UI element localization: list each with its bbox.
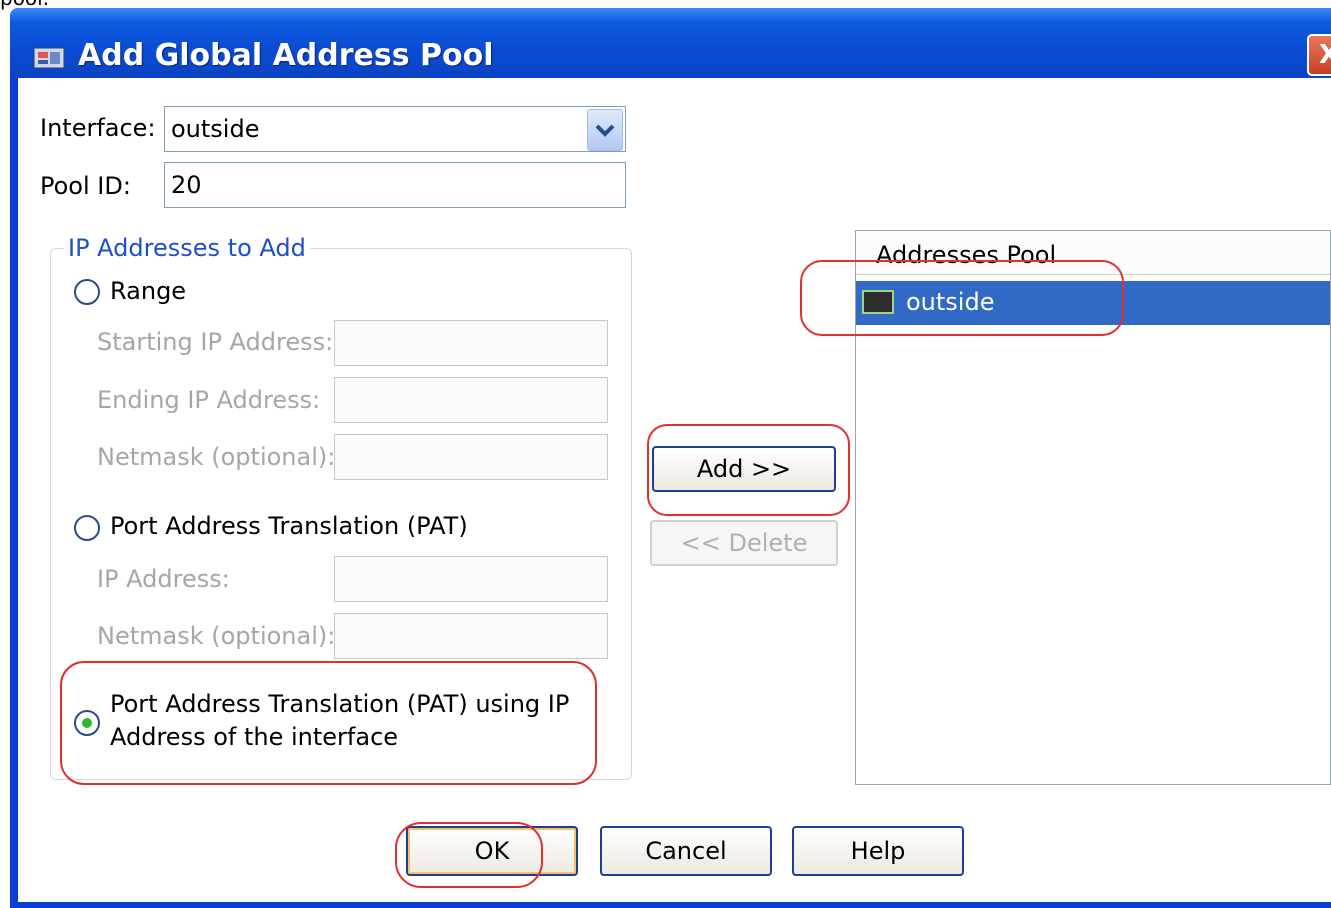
pool-id-input[interactable]: 20 [164,162,626,208]
pat-ip-input[interactable] [334,556,608,602]
annotation-circle-ok [395,822,543,888]
ending-ip-input[interactable] [334,377,608,423]
pool-id-value: 20 [171,171,202,199]
close-icon: X [1319,40,1331,70]
dropdown-arrow[interactable] [587,109,623,151]
interface-label: Interface: [40,114,156,142]
pool-id-label: Pool ID: [40,172,131,200]
title-bar[interactable]: Add Global Address Pool X [10,8,1331,78]
pat-netmask-label: Netmask (optional): [97,622,336,650]
ending-ip-label: Ending IP Address: [97,386,321,414]
interface-select-value: outside [171,115,260,143]
starting-ip-label: Starting IP Address: [97,328,334,356]
range-radio[interactable] [74,279,100,305]
range-label: Range [110,277,187,305]
window-title: Add Global Address Pool [78,38,494,73]
interface-select[interactable]: outside [164,106,626,152]
pat-radio[interactable] [74,515,100,541]
groupbox-title: IP Addresses to Add [64,234,310,262]
annotation-circle-add [647,424,850,516]
annotation-circle-pat-interface [60,661,597,785]
delete-button[interactable]: << Delete [650,520,838,566]
range-netmask-label: Netmask (optional): [97,443,336,471]
pat-label: Port Address Translation (PAT) [110,512,468,540]
starting-ip-input[interactable] [334,320,608,366]
range-netmask-input[interactable] [334,434,608,480]
pat-ip-label: IP Address: [97,565,230,593]
annotation-circle-pool [800,260,1124,336]
pat-netmask-input[interactable] [334,613,608,659]
cancel-button[interactable]: Cancel [600,826,772,876]
close-button[interactable]: X [1307,34,1331,76]
app-icon [33,47,65,69]
chevron-down-icon [595,124,615,137]
help-button[interactable]: Help [792,826,964,876]
